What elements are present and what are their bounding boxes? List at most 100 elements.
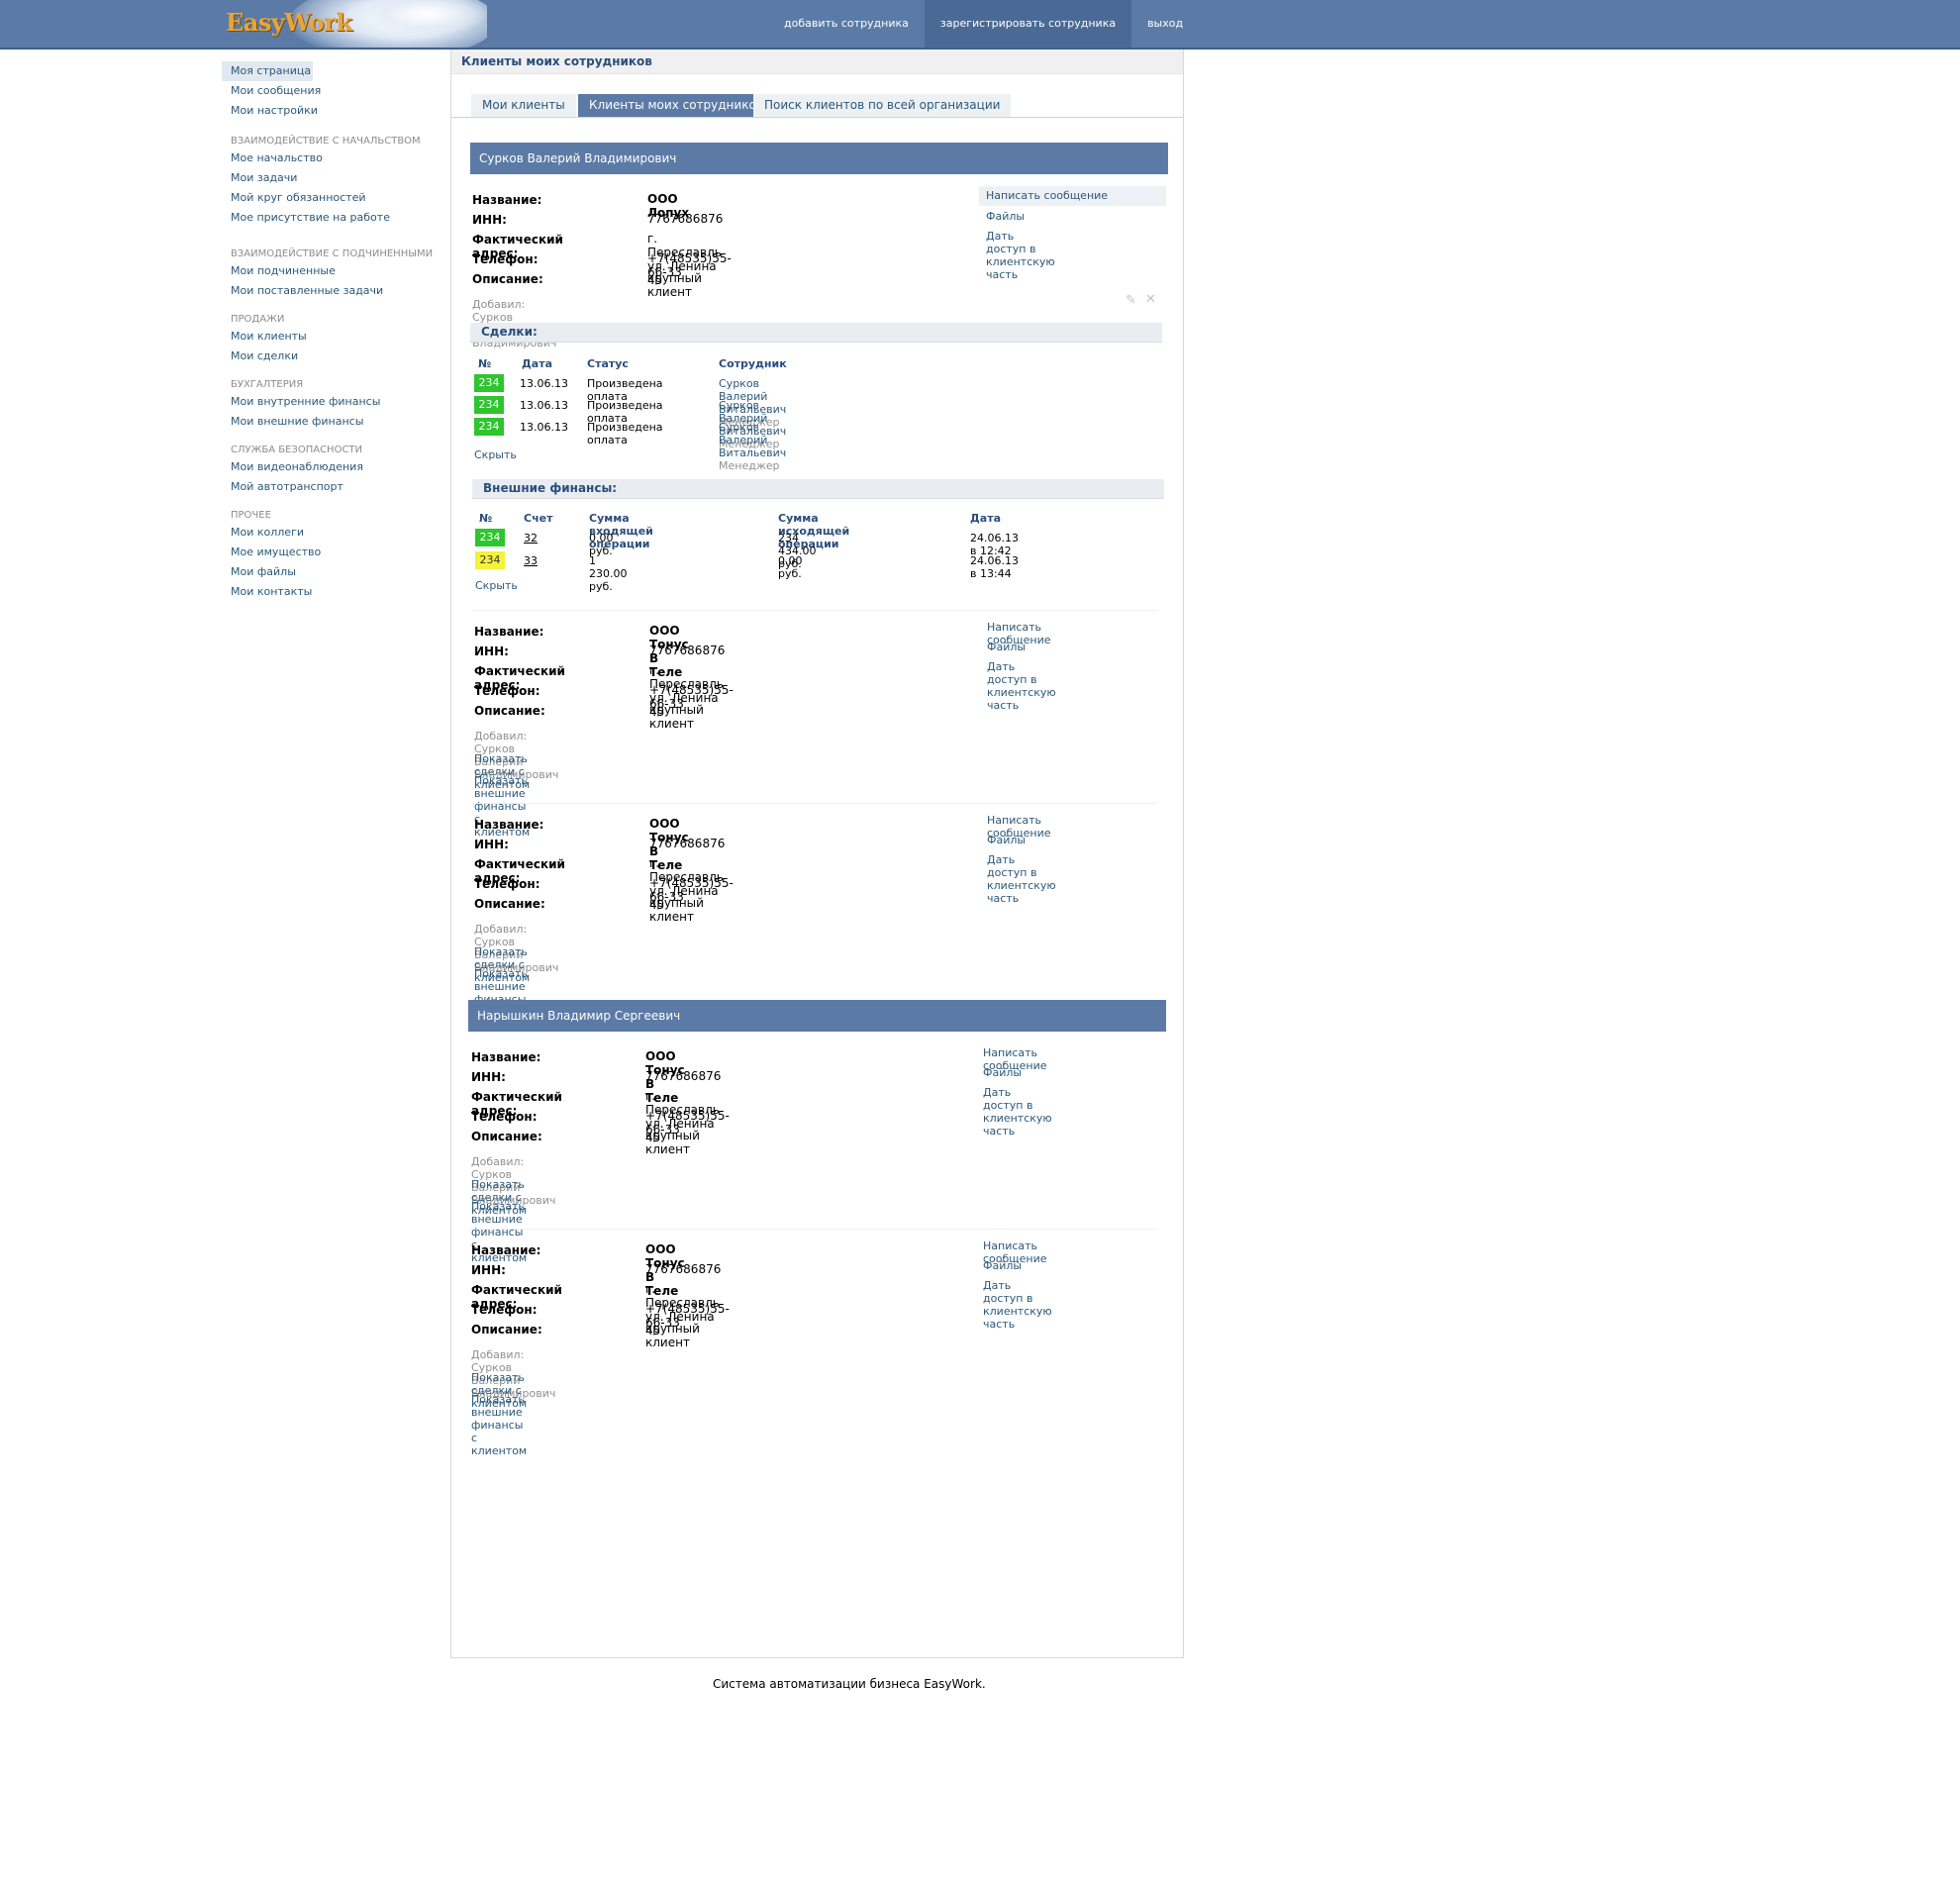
files-link[interactable]: Файлы: [987, 641, 1026, 653]
tab-employees-clients[interactable]: Клиенты моих сотрудников: [578, 94, 774, 117]
finance-outgoing: 0.00 руб.: [778, 554, 803, 580]
deal-employee: Сурков Валерий Витальевич Менеджер: [719, 421, 786, 472]
sidebar-item-contacts[interactable]: Мои контакты: [222, 582, 440, 602]
field-label-phone: Телефон:: [472, 252, 539, 266]
client-inn: 7767686876: [647, 212, 724, 226]
client-inn: 7767686876: [645, 1069, 722, 1083]
nav-register-employee[interactable]: зарегистрировать сотрудника: [924, 0, 1132, 48]
files-link[interactable]: Файлы: [983, 1259, 1022, 1272]
finance-number-badge[interactable]: 234: [475, 551, 505, 569]
sidebar-item-vehicles[interactable]: Мой автотранспорт: [222, 477, 440, 497]
field-label-phone: Телефон:: [474, 684, 540, 698]
field-label-name: Название:: [472, 193, 542, 207]
easywork-logo[interactable]: EasyWork: [220, 0, 487, 48]
hide-finances-link[interactable]: Скрыть: [475, 579, 518, 592]
sidebar-item-property[interactable]: Мое имущество: [222, 543, 440, 562]
deals-col-status: Статус: [587, 357, 629, 370]
give-access-link[interactable]: Дать доступ в клиентскую часть: [987, 853, 1056, 905]
sidebar-heading-sales: Продажи: [231, 314, 285, 325]
top-header: EasyWork добавить сотрудника зарегистрир…: [0, 0, 1960, 50]
sidebar-heading-subordinates: Взаимодействие с подчиненными: [231, 248, 434, 259]
finance-date: 24.06.13 в 13:44: [970, 554, 1019, 580]
field-label-inn: ИНН:: [471, 1263, 506, 1277]
sidebar-item-messages[interactable]: Мои сообщения: [222, 81, 440, 101]
page-title: Клиенты моих сотрудников: [451, 50, 1183, 74]
give-access-link[interactable]: Дать доступ в клиентскую часть: [986, 230, 1055, 281]
sidebar-item-internal-finances[interactable]: Мои внутренние финансы: [222, 392, 440, 412]
tab-bar: Мои клиенты Клиенты моих сотрудников Пои…: [451, 91, 1183, 118]
client-inn: 7767686876: [649, 644, 726, 657]
sidebar-item-colleagues[interactable]: Мои коллеги: [222, 523, 440, 543]
field-label-name: Название:: [471, 1243, 541, 1257]
field-label-inn: ИНН:: [472, 213, 507, 227]
sidebar-heading-security: Служба безопасности: [231, 445, 363, 455]
sidebar-heading-accounting: Бухгалтерия: [231, 379, 304, 390]
divider: [472, 610, 1157, 611]
added-by-prefix: Добавил:: [474, 923, 528, 936]
main-panel: Клиенты моих сотрудников Мои клиенты Кли…: [450, 50, 1184, 1658]
field-label-phone: Телефон:: [471, 1110, 538, 1124]
sidebar-item-my-bosses[interactable]: Мое начальство: [222, 149, 440, 168]
field-label-inn: ИНН:: [474, 838, 509, 851]
delete-icon[interactable]: ✕: [1145, 292, 1156, 307]
finances-section-title: Внешние финансы:: [472, 479, 1164, 499]
finance-account-link[interactable]: 32: [524, 532, 538, 545]
field-label-description: Описание:: [474, 704, 545, 718]
added-by-prefix: Добавил:: [472, 298, 526, 311]
hide-deals-link[interactable]: Скрыть: [474, 448, 517, 461]
sidebar-item-assigned-tasks[interactable]: Мои поставленные задачи: [222, 281, 440, 301]
sidebar-item-files[interactable]: Мои файлы: [222, 562, 440, 582]
deals-col-date: Дата: [522, 357, 553, 370]
sidebar-item-video[interactable]: Мои видеонаблюдения: [222, 457, 440, 477]
sidebar-item-presence[interactable]: Мое присутствие на работе: [222, 208, 440, 228]
deals-col-num: №: [478, 357, 492, 370]
give-access-link[interactable]: Дать доступ в клиентскую часть: [987, 660, 1056, 712]
sidebar-item-settings[interactable]: Мои настройки: [222, 101, 440, 121]
sidebar-item-duties[interactable]: Мой круг обязанностей: [222, 188, 440, 208]
nav-add-employee[interactable]: добавить сотрудника: [768, 0, 925, 48]
sidebar-item-external-finances[interactable]: Мои внешние финансы: [222, 412, 440, 432]
tab-search-clients[interactable]: Поиск клиентов по всей организации: [753, 94, 1012, 117]
files-link[interactable]: Файлы: [983, 1066, 1022, 1079]
deal-date: 13.06.13: [520, 399, 568, 412]
deal-number-badge[interactable]: 234: [474, 396, 504, 414]
tab-my-clients[interactable]: Мои клиенты: [471, 94, 576, 117]
field-label-name: Название:: [471, 1050, 541, 1064]
client-description: крупный клиент: [645, 1129, 700, 1156]
finance-number-badge[interactable]: 234: [475, 529, 505, 546]
fin-col-num: №: [479, 512, 493, 525]
finance-account-link[interactable]: 33: [524, 554, 538, 567]
sidebar-item-my-clients[interactable]: Мои клиенты: [222, 327, 440, 347]
sidebar-item-my-page[interactable]: Моя страница: [222, 61, 313, 81]
sidebar-heading-other: Прочее: [231, 510, 271, 521]
deal-date: 13.06.13: [520, 421, 568, 434]
write-message-link[interactable]: Написать сообщение: [979, 186, 1166, 206]
deals-col-employee: Сотрудник: [719, 357, 787, 370]
employee-header: Нарышкин Владимир Сергеевич: [468, 1000, 1166, 1032]
deal-employee-link[interactable]: Сурков Валерий Витальевич: [719, 421, 786, 459]
field-label-phone: Телефон:: [474, 877, 540, 891]
give-access-link[interactable]: Дать доступ в клиентскую часть: [983, 1086, 1052, 1138]
sidebar-item-subordinates[interactable]: Мои подчиненные: [222, 261, 440, 281]
client-description: крупный клиент: [647, 271, 702, 299]
divider: [472, 803, 1157, 804]
fin-col-date: Дата: [970, 512, 1002, 525]
deal-number-badge[interactable]: 234: [474, 418, 504, 436]
sidebar-item-my-deals[interactable]: Мои сделки: [222, 347, 440, 366]
files-link[interactable]: Файлы: [987, 834, 1026, 846]
sidebar: Моя страница Мои сообщения Мои настройки…: [222, 61, 440, 602]
field-label-description: Описание:: [471, 1130, 542, 1143]
field-label-inn: ИНН:: [474, 644, 509, 658]
added-by-prefix: Добавил:: [474, 730, 528, 743]
show-finances-link[interactable]: Показать внешние финансы с клиентом: [471, 1393, 527, 1457]
give-access-link[interactable]: Дать доступ в клиентскую часть: [983, 1279, 1052, 1331]
deals-section-title: Сделки:: [470, 323, 1162, 343]
files-link[interactable]: Файлы: [986, 210, 1025, 223]
edit-icon[interactable]: ✎: [1126, 293, 1136, 308]
deal-employee-role: Менеджер: [719, 459, 780, 472]
nav-logout[interactable]: выход: [1131, 0, 1199, 48]
sidebar-heading-bosses: Взаимодействие с начальством: [231, 136, 421, 147]
sidebar-item-my-tasks[interactable]: Мои задачи: [222, 168, 440, 188]
deal-number-badge[interactable]: 234: [474, 374, 504, 392]
field-label-name: Название:: [474, 625, 544, 639]
